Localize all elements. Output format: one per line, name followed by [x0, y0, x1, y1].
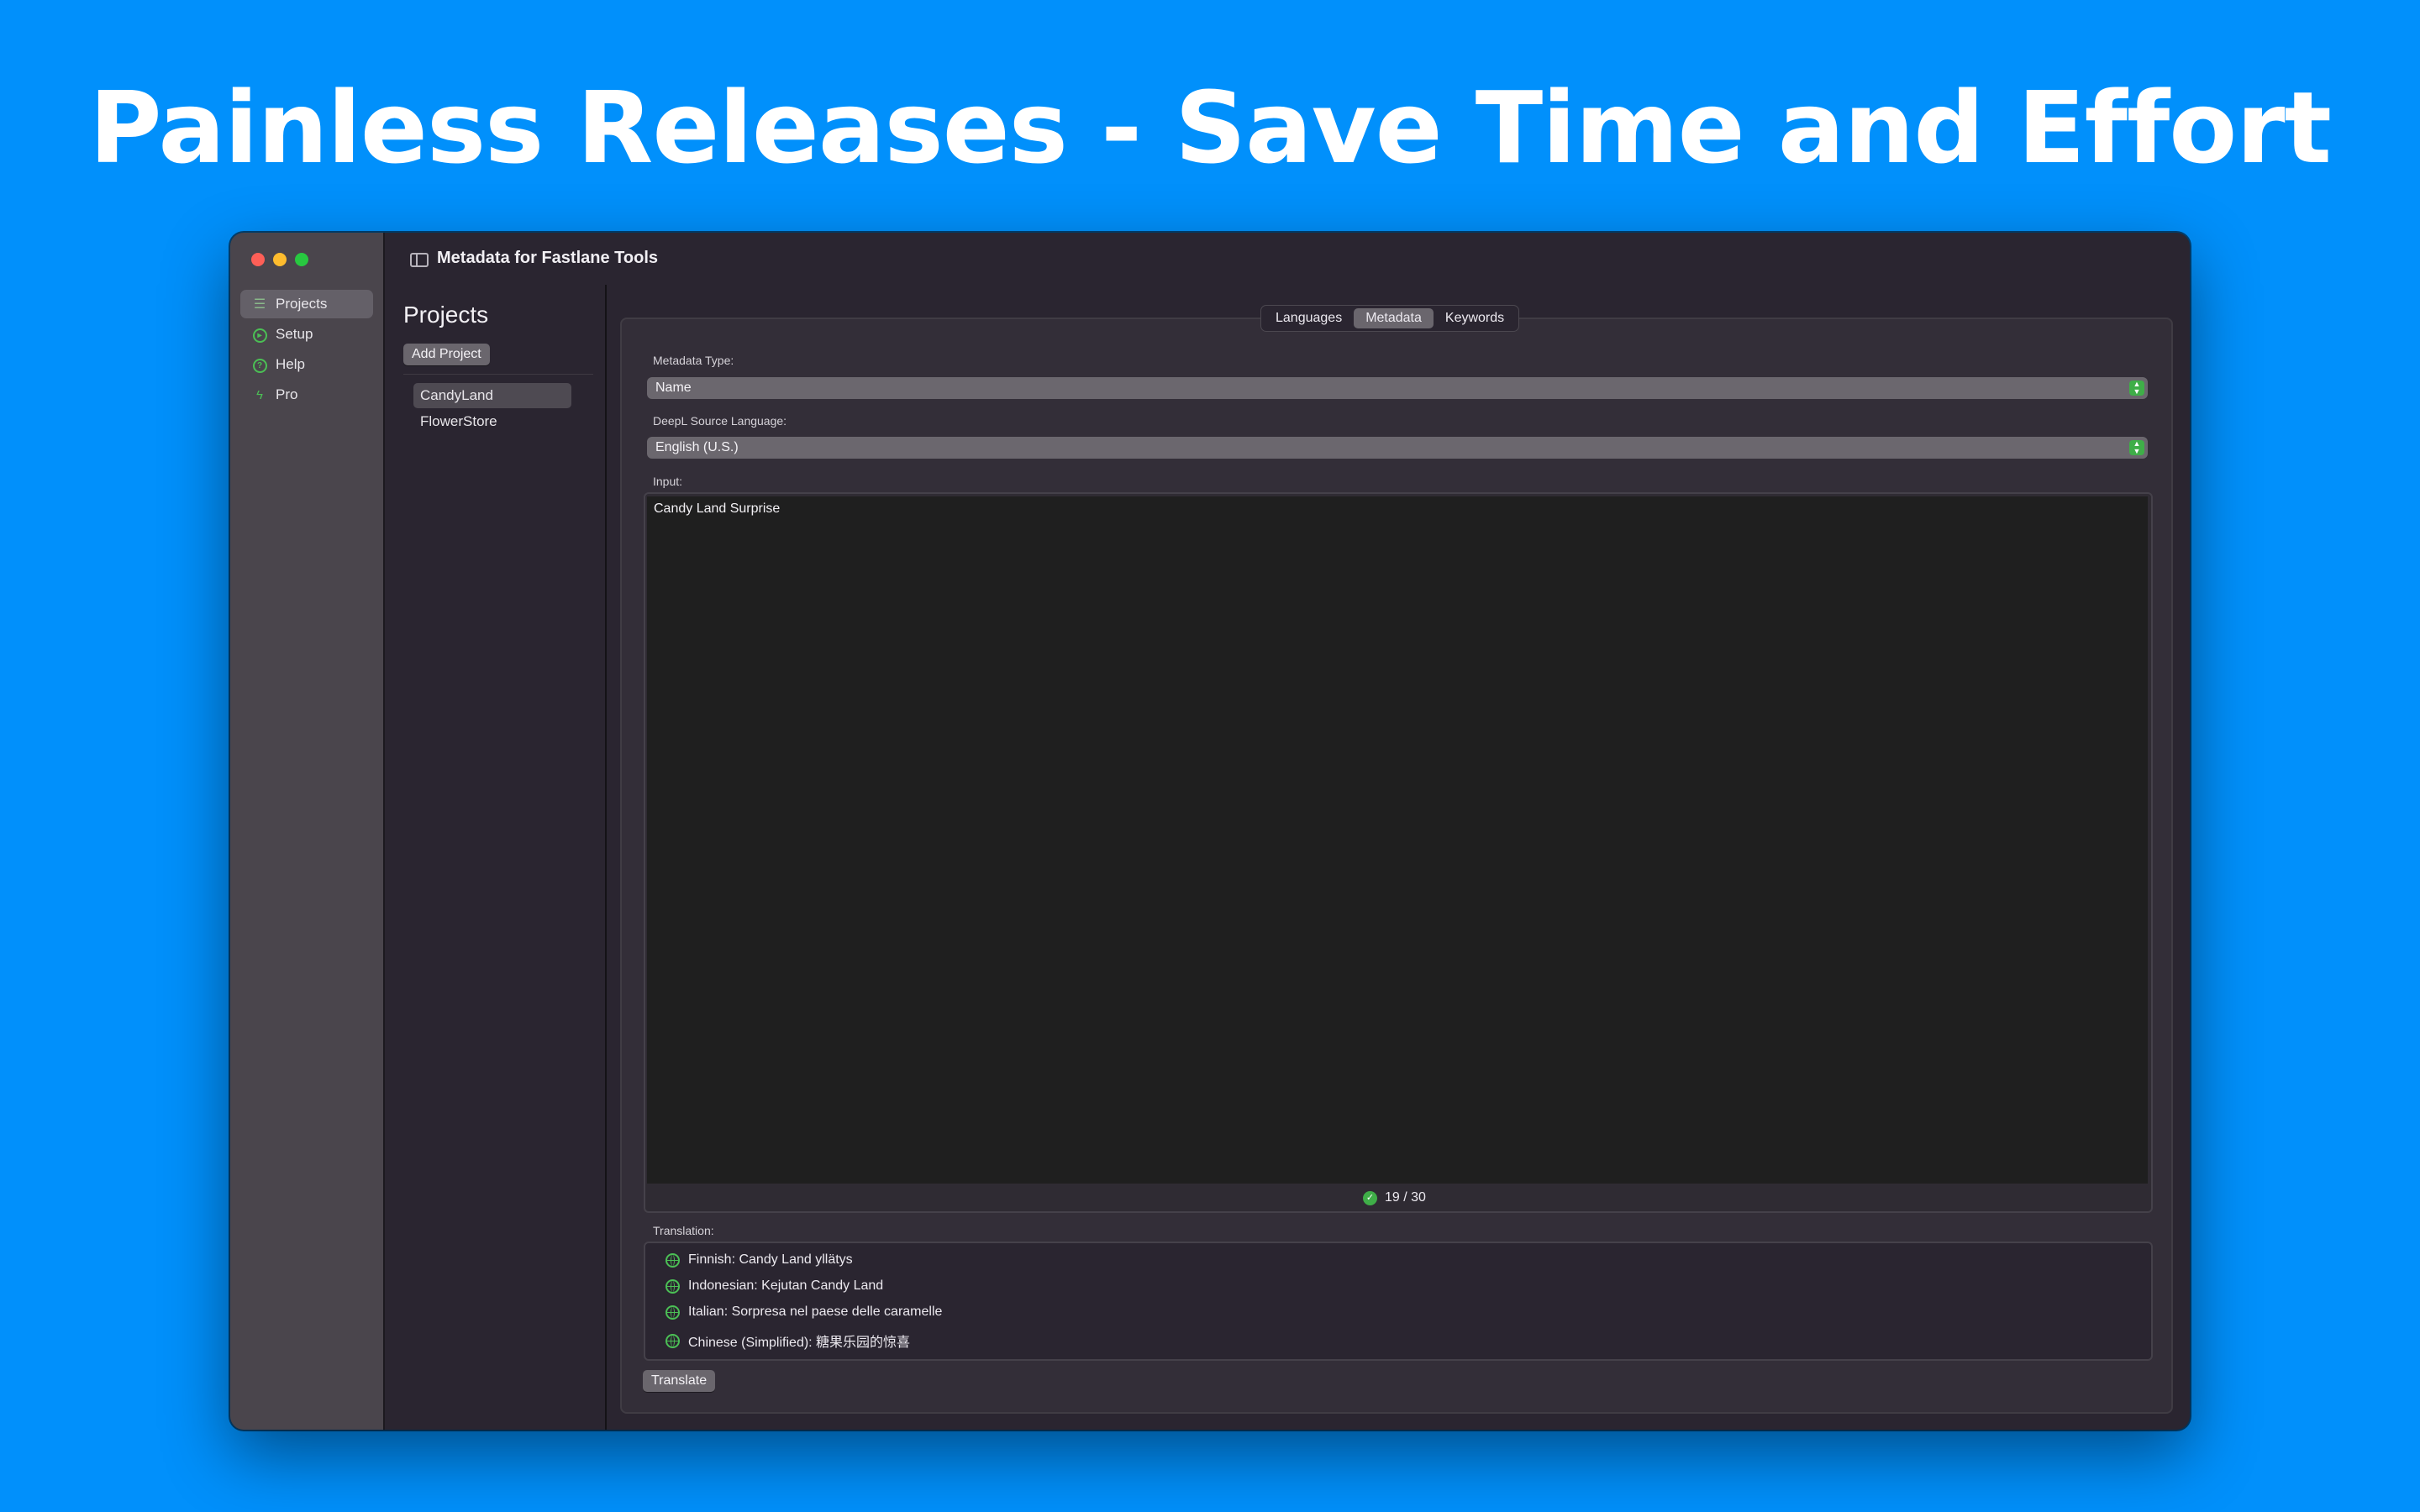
list-icon: ☰ — [253, 297, 266, 312]
sidebar-item-label: Projects — [276, 296, 328, 312]
translation-text: Chinese (Simplified): 糖果乐园的惊喜 — [688, 1336, 911, 1350]
sidebar-item-pro[interactable]: ϟ Pro — [240, 381, 373, 409]
translation-item: Chinese (Simplified): 糖果乐园的惊喜 — [666, 1331, 910, 1351]
source-language-select[interactable]: English (U.S.) ▲ ▼ — [647, 437, 2148, 459]
chevron-up-down-icon: ▲ ▼ — [2129, 440, 2144, 455]
projects-heading: Projects — [403, 302, 489, 328]
globe-icon — [666, 1333, 680, 1348]
toolbar: Metadata for Fastlane Tools — [385, 233, 2190, 285]
metadata-type-value: Name — [655, 381, 692, 395]
add-project-button[interactable]: Add Project — [403, 344, 490, 365]
sidebar-item-setup[interactable]: ▸ Setup — [240, 320, 373, 349]
window-title: Metadata for Fastlane Tools — [437, 249, 659, 267]
tab-keywords[interactable]: Keywords — [1434, 308, 1516, 328]
globe-icon — [666, 1278, 680, 1294]
tab-metadata[interactable]: Metadata — [1354, 308, 1434, 328]
char-count: 19 / 30 — [1385, 1190, 1426, 1205]
translate-button[interactable]: Translate — [643, 1370, 716, 1392]
translation-item: Finnish: Candy Land yllätys — [666, 1252, 853, 1268]
chevron-up-down-icon: ▲ ▼ — [2129, 381, 2144, 396]
minimize-window-button[interactable] — [273, 253, 287, 266]
project-item-candyland[interactable]: CandyLand — [413, 383, 571, 408]
translation-label: Translation: — [653, 1224, 714, 1237]
sidebar-item-projects[interactable]: ☰ Projects — [240, 290, 373, 318]
sidebar-item-label: Pro — [276, 386, 298, 402]
project-item-flowerstore[interactable]: FlowerStore — [413, 409, 571, 434]
sidebar-item-label: Setup — [276, 326, 313, 342]
metadata-type-select[interactable]: Name ▲ ▼ — [647, 377, 2148, 399]
sidebar: ☰ Projects ▸ Setup ? Help ϟ Pro — [230, 233, 385, 1430]
divider — [403, 374, 593, 375]
source-language-label: DeepL Source Language: — [653, 414, 787, 428]
question-circle-icon: ? — [251, 357, 268, 373]
tab-languages[interactable]: Languages — [1264, 308, 1354, 328]
play-circle-icon: ▸ — [251, 327, 268, 343]
zoom-window-button[interactable] — [295, 253, 308, 266]
sidebar-toggle-icon[interactable] — [410, 253, 429, 267]
translation-item: Italian: Sorpresa nel paese delle carame… — [666, 1305, 942, 1320]
bolt-icon: ϟ — [256, 387, 263, 402]
input-label: Input: — [653, 475, 683, 488]
headline: Painless Releases - Save Time and Effort — [89, 70, 2332, 186]
metadata-type-label: Metadata Type: — [653, 354, 734, 367]
input-textarea[interactable]: Candy Land Surprise — [647, 496, 2148, 1184]
sidebar-item-label: Help — [276, 356, 305, 372]
globe-icon — [666, 1252, 680, 1268]
translation-item: Indonesian: Kejutan Candy Land — [666, 1278, 883, 1294]
sidebar-item-help[interactable]: ? Help — [240, 350, 373, 379]
char-counter: ✓ 19 / 30 — [1363, 1190, 1426, 1205]
globe-icon — [666, 1305, 680, 1320]
checkmark-icon: ✓ — [1363, 1190, 1377, 1205]
translation-text: Finnish: Candy Land yllätys — [688, 1252, 853, 1267]
translation-text: Italian: Sorpresa nel paese delle carame… — [688, 1305, 943, 1319]
projects-column: Projects Add Project CandyLand FlowerSto… — [385, 285, 607, 1430]
translation-text: Indonesian: Kejutan Candy Land — [688, 1278, 884, 1293]
close-window-button[interactable] — [251, 253, 265, 266]
source-language-value: English (U.S.) — [655, 440, 739, 454]
view-tabs: Languages Metadata Keywords — [1260, 305, 1520, 332]
